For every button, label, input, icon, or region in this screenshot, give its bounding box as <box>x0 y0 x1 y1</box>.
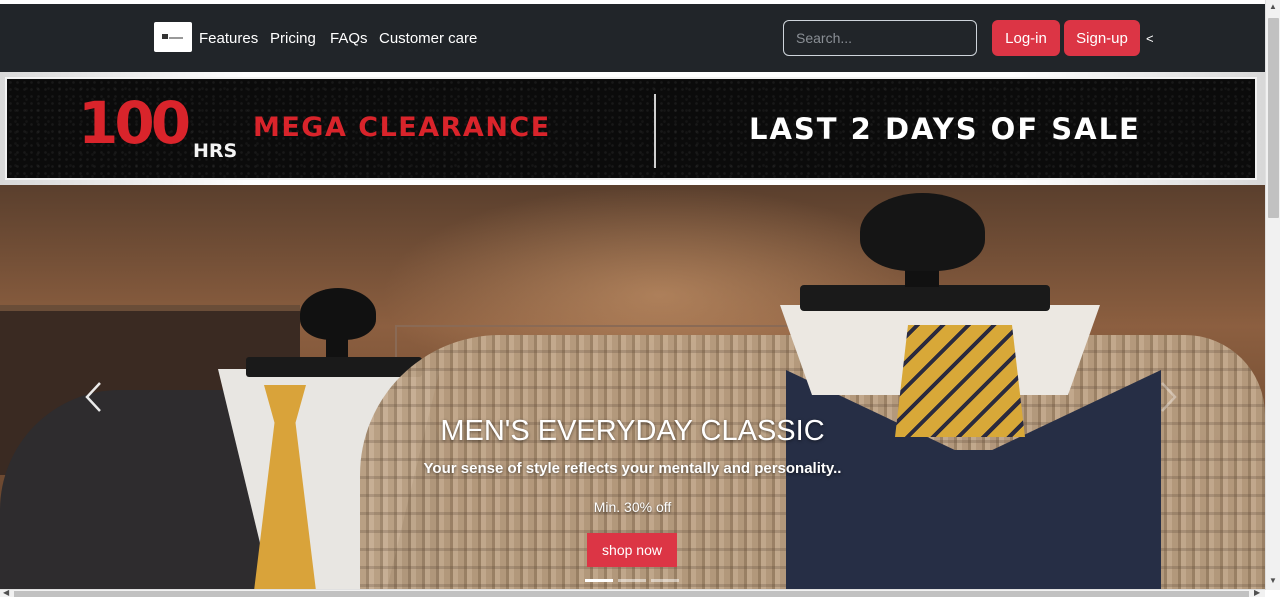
chevron-left-icon <box>85 382 101 412</box>
carousel-indicators <box>585 579 679 582</box>
carousel-title: MEN'S EVERYDAY CLASSIC <box>440 415 825 447</box>
login-button[interactable]: Log-in <box>992 20 1060 56</box>
nav-link-features[interactable]: Features <box>199 30 258 47</box>
nav-link-pricing[interactable]: Pricing <box>270 30 316 47</box>
right-mannequin-plate <box>800 285 1050 311</box>
logo-wordmark <box>169 37 183 39</box>
banner-mega-clearance: MEGA CLEARANCE <box>253 112 551 143</box>
brand-logo[interactable] <box>154 22 192 52</box>
sale-banner-frame: 100 HRS MEGA CLEARANCE LAST 2 DAYS OF SA… <box>0 72 1265 185</box>
banner-last-days: LAST 2 DAYS OF SALE <box>749 112 1141 146</box>
logo-mark <box>162 34 168 39</box>
carousel-indicator-2[interactable] <box>618 579 646 582</box>
scroll-left-icon[interactable]: ◀ <box>3 588 9 597</box>
sale-banner[interactable]: 100 HRS MEGA CLEARANCE LAST 2 DAYS OF SA… <box>5 77 1257 180</box>
horizontal-scrollbar[interactable]: ◀ ▶ <box>0 588 1265 597</box>
carousel-indicator-3[interactable] <box>651 579 679 582</box>
shop-now-button[interactable]: shop now <box>587 533 677 567</box>
carousel-subtitle: Your sense of style reflects your mental… <box>423 460 842 477</box>
top-navbar: Features Pricing FAQs Customer care Log-… <box>0 4 1265 72</box>
caret-toggle[interactable]: < <box>1146 31 1154 46</box>
hero-carousel: MEN'S EVERYDAY CLASSIC Your sense of sty… <box>0 185 1265 589</box>
right-mannequin-head <box>860 193 985 271</box>
left-mannequin-plate <box>246 357 422 377</box>
horizontal-scroll-thumb[interactable] <box>14 591 1249 597</box>
scroll-right-icon[interactable]: ▶ <box>1254 588 1260 597</box>
vertical-scroll-thumb[interactable] <box>1268 18 1279 218</box>
carousel-promo: Min. 30% off <box>593 499 672 515</box>
search-input[interactable] <box>783 20 977 56</box>
banner-hours-number: 100 <box>78 89 191 157</box>
nav-link-customer-care[interactable]: Customer care <box>379 30 477 47</box>
left-mannequin-head <box>300 288 376 340</box>
banner-divider <box>654 94 656 168</box>
banner-hours-unit: HRS <box>193 140 238 162</box>
scroll-down-icon[interactable]: ▼ <box>1269 576 1277 585</box>
signup-button[interactable]: Sign-up <box>1064 20 1140 56</box>
nav-link-faqs[interactable]: FAQs <box>330 30 368 47</box>
carousel-indicator-1[interactable] <box>585 579 613 582</box>
chevron-right-icon <box>1161 382 1177 412</box>
scroll-up-icon[interactable]: ▲ <box>1269 2 1277 11</box>
vertical-scrollbar[interactable]: ▲ ▼ <box>1265 0 1280 590</box>
